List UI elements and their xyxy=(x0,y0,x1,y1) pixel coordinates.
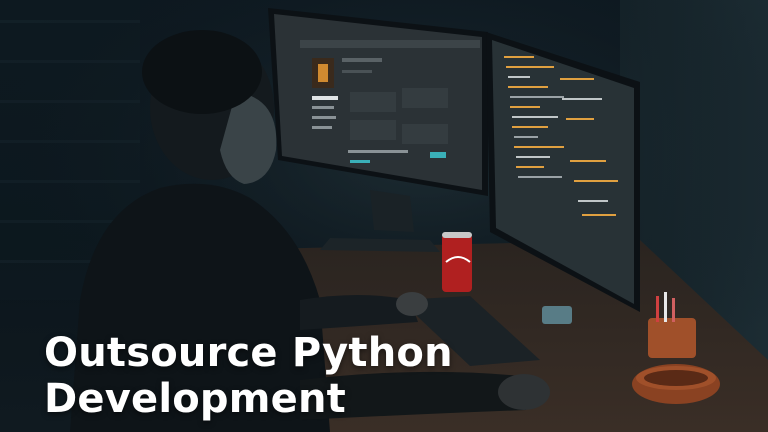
small-box xyxy=(542,306,572,324)
headline-line-1: Outsource Python xyxy=(44,330,453,376)
hero-scene: Outsource Python Development xyxy=(0,0,768,432)
clay-bowl xyxy=(632,364,720,404)
headline: Outsource Python Development xyxy=(44,330,644,422)
headline-line-2: Development xyxy=(44,376,346,422)
soda-can xyxy=(442,232,472,292)
